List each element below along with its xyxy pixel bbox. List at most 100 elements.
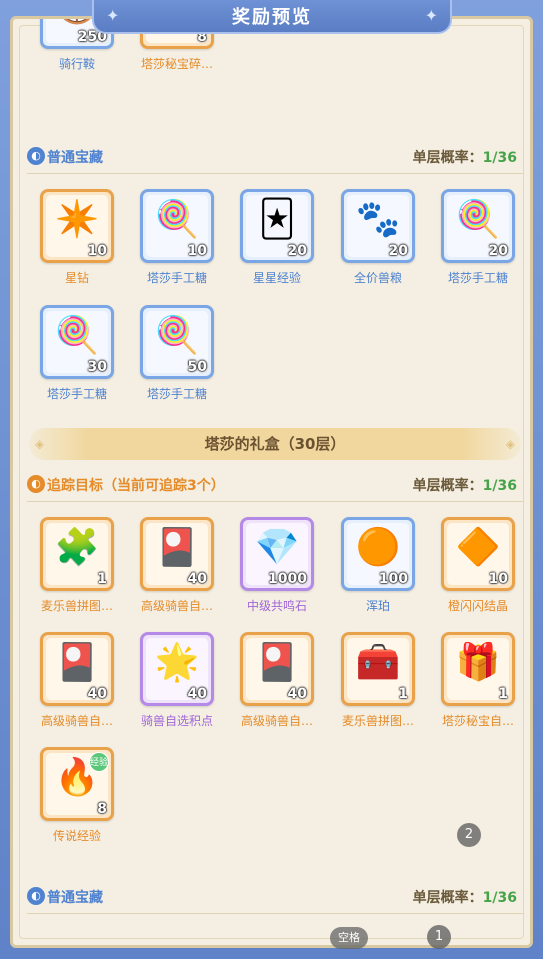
- reward-item[interactable]: 🔶 10 橙闪闪结晶: [441, 517, 515, 614]
- item-name: 高级骑兽自…: [240, 714, 313, 728]
- section-header: ◐ 追踪目标（当前可追踪3个） 单层概率：1/36: [27, 473, 523, 495]
- item-name: 麦乐兽拼图…: [341, 714, 414, 728]
- item-name: 高级骑兽自…: [140, 599, 213, 613]
- lollipop-icon: 🍭: [455, 199, 501, 240]
- mount-points-icon: 🌟: [154, 642, 200, 683]
- puzzle-chest-icon: 🧰: [355, 642, 401, 683]
- item-quantity: 1: [97, 571, 107, 587]
- probability: 单层概率：1/36: [413, 475, 517, 495]
- reward-tile[interactable]: 🍭 50: [140, 305, 214, 379]
- section-divider: [27, 173, 523, 174]
- mount-card-icon: 🎴: [254, 642, 300, 683]
- probability: 单层概率：1/36: [413, 147, 517, 167]
- exp-badge: 经验: [89, 752, 109, 772]
- reward-tile[interactable]: 🃏 20: [240, 189, 314, 263]
- reward-tile[interactable]: 🎁 1: [441, 632, 515, 706]
- item-quantity: 1: [498, 686, 508, 702]
- item-quantity: 1000: [268, 571, 307, 587]
- item-name: 高级骑兽自…: [40, 714, 113, 728]
- star-card-icon: 🃏: [258, 199, 296, 240]
- item-name: 传说经验: [52, 829, 101, 843]
- reward-tile[interactable]: 🍭 10: [140, 189, 214, 263]
- reward-item[interactable]: 🍭 20 塔莎手工糖: [441, 189, 515, 286]
- section-divider: [27, 501, 523, 502]
- diamond-icon: ◈: [35, 437, 45, 451]
- reward-item[interactable]: 🎴 40 高级骑兽自…: [140, 517, 214, 614]
- food-bag-icon: 🐾: [355, 199, 401, 240]
- probability-label: 单层概率：: [412, 150, 483, 166]
- page-badge-1[interactable]: 1: [427, 925, 451, 949]
- section-icon: ◐: [27, 147, 45, 165]
- treasure-chest-icon: 🎁: [455, 642, 501, 683]
- page-badge-2[interactable]: 2: [457, 823, 481, 847]
- lollipop-icon: 🍭: [54, 315, 100, 356]
- sparkle-icon: ✦: [106, 6, 120, 25]
- reward-item[interactable]: 🎁 1 塔莎秘宝自…: [441, 632, 515, 729]
- space-key-hint[interactable]: 空格: [330, 927, 368, 949]
- page-title: 奖励预览: [232, 7, 312, 28]
- reward-tile[interactable]: 🧰 1: [341, 632, 415, 706]
- mount-card-icon: 🎴: [154, 527, 200, 568]
- reward-tile[interactable]: 🔥 8 经验: [40, 747, 114, 821]
- reward-item[interactable]: 💎 1000 中级共鸣石: [240, 517, 314, 614]
- reward-tile[interactable]: 🎴 40: [40, 632, 114, 706]
- reward-item[interactable]: 🍭 10 塔莎手工糖: [140, 189, 214, 286]
- item-name: 塔莎手工糖: [146, 271, 207, 285]
- item-name: 骑兽自选积点: [140, 714, 213, 728]
- reward-item[interactable]: 🐾 20 全价兽粮: [341, 189, 415, 286]
- reward-item[interactable]: 🟠 100 浑珀: [341, 517, 415, 614]
- reward-tile[interactable]: 💎 1000: [240, 517, 314, 591]
- reward-item[interactable]: 🍭 50 塔莎手工糖: [140, 305, 214, 402]
- reward-tile[interactable]: 🍭 30: [40, 305, 114, 379]
- reward-tile[interactable]: 🐾 20: [341, 189, 415, 263]
- item-quantity: 40: [87, 686, 107, 702]
- reward-item[interactable]: ✴️ 10 星钻: [40, 189, 114, 286]
- item-name: 骑行鞍: [58, 57, 95, 71]
- gift-box-banner: ◈ 塔莎的礼盒（30层） ◈: [29, 428, 521, 460]
- probability-value: 1/36: [482, 890, 517, 906]
- banner-title: 塔莎的礼盒（30层）: [204, 435, 346, 453]
- item-name: 全价兽粮: [353, 271, 402, 285]
- reward-item[interactable]: 🎴 40 高级骑兽自…: [40, 632, 114, 729]
- item-name: 星钻: [64, 271, 89, 285]
- reward-item[interactable]: 🎴 40 高级骑兽自…: [240, 632, 314, 729]
- reward-item[interactable]: 🔥 8 经验 传说经验: [40, 747, 114, 844]
- reward-tile[interactable]: 🔶 10: [441, 517, 515, 591]
- reward-item[interactable]: 🧰 1 麦乐兽拼图…: [341, 632, 415, 729]
- reward-item[interactable]: 🍭 30 塔莎手工糖: [40, 305, 114, 402]
- item-quantity: 40: [287, 686, 307, 702]
- reward-tile[interactable]: 🎴 40: [140, 517, 214, 591]
- reward-item[interactable]: 🌟 40 骑兽自选积点: [140, 632, 214, 729]
- reward-tile[interactable]: 🍭 20: [441, 189, 515, 263]
- item-quantity: 10: [488, 571, 508, 587]
- item-name: 中级共鸣石: [246, 599, 307, 613]
- section-divider: [27, 913, 523, 914]
- amber-icon: 🟠: [355, 527, 401, 568]
- section-icon: ◐: [27, 887, 45, 905]
- reward-tile[interactable]: 🎴 40: [240, 632, 314, 706]
- item-quantity: 100: [378, 571, 408, 587]
- mount-card-icon: 🎴: [54, 642, 100, 683]
- item-name: 橙闪闪结晶: [447, 599, 508, 613]
- resonance-stone-icon: 💎: [254, 527, 300, 568]
- section-title: 普通宝藏: [47, 150, 103, 166]
- reward-item[interactable]: 🃏 20 星星经验: [240, 189, 314, 286]
- section-title: 普通宝藏: [47, 890, 103, 906]
- item-name: 塔莎手工糖: [447, 271, 508, 285]
- reward-tile[interactable]: 🟠 100: [341, 517, 415, 591]
- item-quantity: 1: [398, 686, 408, 702]
- orange-crystal-icon: 🔶: [455, 527, 501, 568]
- reward-item[interactable]: 🧩 1 麦乐兽拼图…: [40, 517, 114, 614]
- section-title: 追踪目标（当前可追踪3个）: [47, 478, 225, 494]
- reward-tile[interactable]: 🌟 40: [140, 632, 214, 706]
- reward-tile[interactable]: ✴️ 10: [40, 189, 114, 263]
- probability-value: 1/36: [482, 150, 517, 166]
- probability-label: 单层概率：: [412, 890, 483, 906]
- section-header: ◐ 普通宝藏 单层概率：1/36: [27, 885, 523, 907]
- item-name: 塔莎秘宝碎…: [140, 57, 213, 71]
- reward-panel: 🛞250骑行鞍👑8塔莎秘宝碎…◐普通宝藏单层概率：1/36✴️10星钻🍭10塔莎…: [10, 16, 533, 948]
- item-quantity: 30: [87, 359, 107, 375]
- item-quantity: 40: [187, 686, 207, 702]
- reward-tile[interactable]: 🧩 1: [40, 517, 114, 591]
- item-quantity: 8: [97, 801, 107, 817]
